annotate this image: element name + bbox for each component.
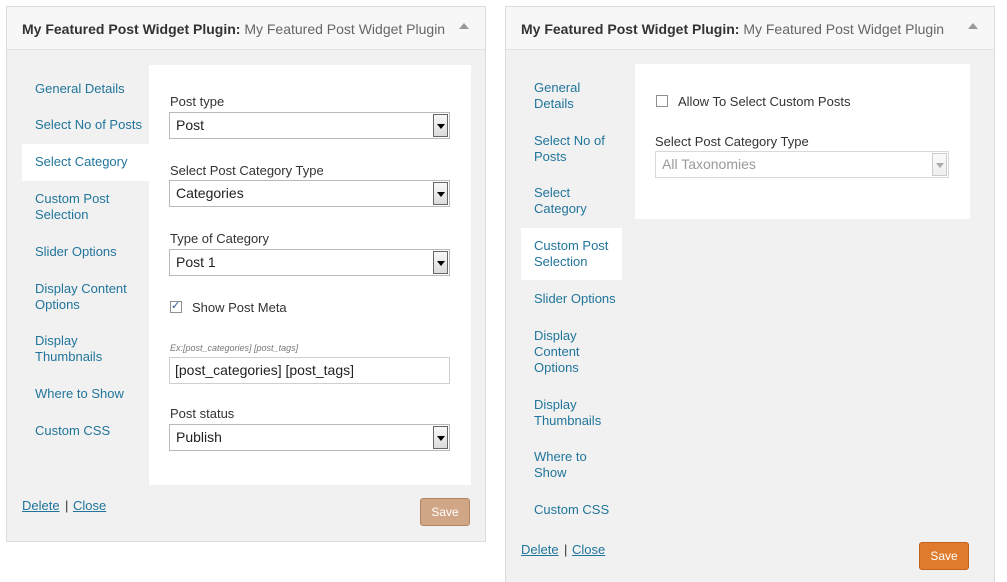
category-type-label: Select Post Category Type	[655, 134, 809, 149]
show-post-meta-label: Show Post Meta	[192, 300, 287, 315]
category-type-select[interactable]: All Taxonomies	[655, 151, 949, 178]
post-type-value: Post	[176, 117, 205, 133]
category-type-value: All Taxonomies	[662, 156, 756, 172]
settings-panel: Post type Post Select Post Category Type…	[149, 65, 471, 485]
allow-custom-posts-checkbox[interactable]	[656, 95, 668, 107]
dropdown-arrow-icon[interactable]	[433, 182, 448, 205]
tab-slider-options[interactable]: Slider Options	[534, 291, 616, 307]
widget-header[interactable]: My Featured Post Widget Plugin: My Featu…	[7, 7, 485, 50]
widget-left: My Featured Post Widget Plugin: My Featu…	[6, 6, 486, 542]
tab-custom-post-selection[interactable]: Custom Post Selection	[521, 228, 622, 280]
delete-link[interactable]: Delete	[521, 542, 559, 557]
post-type-label: Post type	[170, 94, 225, 109]
post-status-label: Post status	[170, 406, 235, 421]
tab-select-category[interactable]: Select Category	[534, 185, 606, 217]
widget-title: My Featured Post Widget Plugin: My Featu…	[22, 21, 445, 37]
tab-display-content-options[interactable]: Display Content Options	[534, 328, 594, 376]
category-type-value: Categories	[176, 185, 244, 201]
type-of-category-label: Type of Category	[170, 231, 269, 246]
widget-title: My Featured Post Widget Plugin: My Featu…	[521, 21, 944, 37]
tab-slider-options[interactable]: Slider Options	[35, 244, 117, 260]
show-post-meta-checkbox[interactable]	[170, 299, 182, 313]
post-status-select[interactable]: Publish	[169, 424, 450, 451]
tab-select-no-of-posts[interactable]: Select No of Posts	[35, 117, 142, 133]
close-link[interactable]: Close	[73, 498, 106, 513]
widget-header[interactable]: My Featured Post Widget Plugin: My Featu…	[506, 7, 994, 50]
post-type-select[interactable]: Post	[169, 112, 450, 139]
post-status-value: Publish	[176, 429, 222, 445]
meta-hint: Ex:[post_categories] [post_tags]	[170, 343, 299, 353]
dropdown-arrow-icon[interactable]	[433, 251, 448, 274]
save-button[interactable]: Save	[420, 498, 470, 526]
widget-title-bold: My Featured Post Widget Plugin:	[22, 21, 241, 37]
tab-display-thumbnails[interactable]: Display Thumbnails	[534, 397, 614, 429]
type-of-category-select[interactable]: Post 1	[169, 249, 450, 276]
dropdown-arrow-icon[interactable]	[433, 114, 448, 137]
collapse-arrow-icon[interactable]	[968, 23, 978, 29]
tab-display-thumbnails[interactable]: Display Thumbnails	[35, 333, 115, 365]
tab-where-to-show[interactable]: Where to Show	[534, 449, 599, 481]
tab-general-details[interactable]: General Details	[534, 80, 606, 112]
category-type-label: Select Post Category Type	[170, 163, 324, 178]
close-link[interactable]: Close	[572, 542, 605, 557]
dropdown-arrow-icon[interactable]	[433, 426, 448, 449]
tab-select-category[interactable]: Select Category	[22, 144, 150, 181]
widget-title-sub: My Featured Post Widget Plugin	[743, 21, 945, 37]
meta-input[interactable]: [post_categories] [post_tags]	[169, 357, 450, 384]
settings-panel: Allow To Select Custom Posts Select Post…	[635, 64, 970, 219]
tab-custom-css[interactable]: Custom CSS	[35, 423, 110, 439]
dropdown-arrow-icon[interactable]	[932, 153, 947, 176]
widget-right: My Featured Post Widget Plugin: My Featu…	[505, 6, 995, 582]
tab-select-no-of-posts[interactable]: Select No of Posts	[534, 133, 614, 165]
tab-general-details[interactable]: General Details	[35, 81, 125, 97]
link-separator: |	[65, 498, 69, 513]
type-of-category-value: Post 1	[176, 254, 216, 270]
tab-where-to-show[interactable]: Where to Show	[35, 386, 124, 402]
tab-display-content-options[interactable]: Display Content Options	[35, 281, 140, 313]
tab-custom-css[interactable]: Custom CSS	[534, 502, 609, 518]
allow-custom-posts-label: Allow To Select Custom Posts	[678, 94, 851, 109]
delete-link[interactable]: Delete	[22, 498, 60, 513]
tab-custom-post-selection[interactable]: Custom Post Selection	[35, 191, 135, 223]
collapse-arrow-icon[interactable]	[459, 23, 469, 29]
widget-title-bold: My Featured Post Widget Plugin:	[521, 21, 740, 37]
category-type-select[interactable]: Categories	[169, 180, 450, 207]
widget-title-sub: My Featured Post Widget Plugin	[244, 21, 446, 37]
link-separator: |	[564, 542, 568, 557]
save-button[interactable]: Save	[919, 542, 969, 570]
